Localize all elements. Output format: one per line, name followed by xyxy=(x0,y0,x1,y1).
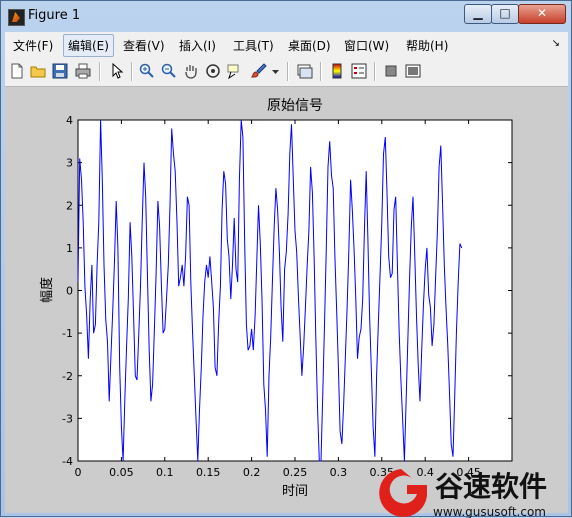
x-tick-label: 0.05 xyxy=(109,466,134,479)
save-icon[interactable] xyxy=(52,63,68,79)
pointer-icon[interactable] xyxy=(109,63,125,79)
toolbar-separator xyxy=(374,62,376,81)
x-tick-label: 0.1 xyxy=(156,466,174,479)
x-tick-label: 0.25 xyxy=(283,466,308,479)
gususoft-logo-icon xyxy=(379,469,427,517)
toolbar-separator xyxy=(99,62,101,81)
maximize-button[interactable]: □ xyxy=(491,4,519,24)
y-tick-label: 0 xyxy=(66,285,73,298)
axes-box[interactable] xyxy=(77,119,513,462)
watermark-url: www.gususoft.com xyxy=(433,505,546,518)
toolbar-separator xyxy=(131,62,133,81)
y-tick-label: -3 xyxy=(62,412,73,425)
x-tick-label: 0.2 xyxy=(243,466,261,479)
menu-tools[interactable]: 工具(T) xyxy=(233,37,274,54)
y-tick-label: 2 xyxy=(66,199,73,212)
menu-window[interactable]: 窗口(W) xyxy=(344,37,389,54)
brush-icon[interactable] xyxy=(251,63,267,79)
menu-desktop[interactable]: 桌面(D) xyxy=(288,37,331,54)
y-tick-label: 1 xyxy=(66,242,73,255)
zoom-in-icon[interactable] xyxy=(139,63,155,79)
x-axis-label: 时间 xyxy=(282,484,308,499)
open-folder-icon[interactable] xyxy=(30,63,46,79)
title-bar[interactable]: Figure 1 ▁ □ ✕ xyxy=(1,1,571,31)
show-plot-tools-icon[interactable] xyxy=(405,63,421,79)
minimize-button[interactable]: ▁ xyxy=(464,4,492,24)
menu-overflow-icon[interactable]: ↘ xyxy=(552,38,560,49)
hide-plot-tools-icon[interactable] xyxy=(383,63,399,79)
figure-toolbar xyxy=(5,58,568,87)
rotate-3d-icon[interactable] xyxy=(205,63,221,79)
close-button[interactable]: ✕ xyxy=(518,4,566,24)
toolbar-separator xyxy=(320,62,322,81)
zoom-out-icon[interactable] xyxy=(161,63,177,79)
y-tick-label: 3 xyxy=(66,157,73,170)
new-file-icon[interactable] xyxy=(9,63,25,79)
figure-canvas: 原始信号 时间 幅度 0 0.05 0.1 0.15 0.2 0.25 0.3 0.35 0.4… xyxy=(5,87,568,513)
y-axis-label: 幅度 xyxy=(39,277,55,303)
pan-hand-icon[interactable] xyxy=(183,63,199,79)
colorbar-icon[interactable] xyxy=(329,63,345,79)
window-title: Figure 1 xyxy=(28,8,81,23)
legend-icon[interactable] xyxy=(351,63,367,79)
brush-dropdown-icon[interactable] xyxy=(271,63,280,79)
link-plot-icon[interactable] xyxy=(297,63,313,79)
menu-edit[interactable]: 编辑(E) xyxy=(63,34,114,57)
toolbar-separator xyxy=(287,62,289,81)
y-tick-label: -1 xyxy=(62,327,73,340)
x-tick-label: 0.15 xyxy=(196,466,221,479)
data-cursor-icon[interactable] xyxy=(227,63,243,79)
chart-title: 原始信号 xyxy=(267,98,323,114)
menu-help[interactable]: 帮助(H) xyxy=(406,37,448,54)
menu-file[interactable]: 文件(F) xyxy=(13,37,53,54)
x-tick-label: 0.3 xyxy=(330,466,348,479)
plot-area: 原始信号 时间 幅度 0 0.05 0.1 0.15 0.2 0.25 0.3 0.35 0.4… xyxy=(39,98,513,499)
menu-bar: 文件(F) 编辑(E) 查看(V) 插入(I) 工具(T) 桌面(D) 窗口(W… xyxy=(5,32,568,59)
menu-view[interactable]: 查看(V) xyxy=(123,37,165,54)
y-tick-label: -2 xyxy=(62,370,73,383)
menu-insert[interactable]: 插入(I) xyxy=(179,37,216,54)
print-icon[interactable] xyxy=(75,63,91,79)
watermark: 谷速软件 www.gususoft.com xyxy=(379,469,547,518)
matlab-logo-icon xyxy=(8,9,25,26)
watermark-brand: 谷速软件 xyxy=(435,470,547,503)
y-tick-label: 4 xyxy=(66,114,73,127)
y-tick-label: -4 xyxy=(62,455,73,468)
x-tick-label: 0 xyxy=(75,466,82,479)
figure-window: Figure 1 ▁ □ ✕ 文件(F) 编辑(E) 查看(V) 插入(I) 工… xyxy=(0,0,572,518)
